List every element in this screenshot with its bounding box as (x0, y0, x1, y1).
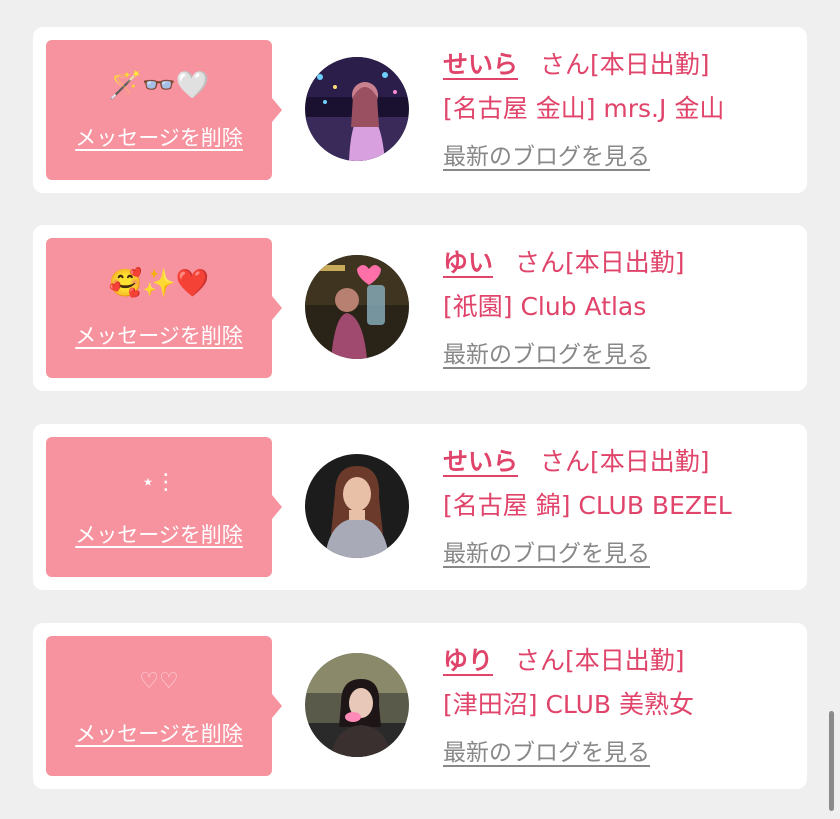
honorific: さん (515, 248, 566, 277)
store-name: [名古屋 金山] mrs.J 金山 (443, 94, 725, 123)
favorite-cast-list: 🪄👓🤍 メッセージを削除 せいら さん[本日出勤] [名古屋 金山] mrs.J… (0, 0, 840, 819)
cast-card: 🥰✨❤️ メッセージを削除 ゆい さん[本日出勤] [祇園] Club Atlas… (33, 225, 807, 391)
cast-name-link[interactable]: ゆり (443, 646, 493, 675)
honorific: さん (540, 447, 591, 476)
cast-avatar[interactable] (305, 653, 409, 757)
cast-info: ゆい さん[本日出勤] [祇園] Club Atlas 最新のブログを見る (443, 241, 803, 375)
latest-blog-link[interactable]: 最新のブログを見る (443, 733, 803, 773)
cast-avatar[interactable] (305, 57, 409, 161)
message-text: 🪄👓🤍 (108, 70, 210, 101)
cast-info: ゆり さん[本日出勤] [津田沼] CLUB 美熟女 最新のブログを見る (443, 639, 803, 773)
cast-name-link[interactable]: せいら (443, 447, 518, 476)
delete-message-link[interactable]: メッセージを削除 (46, 519, 272, 549)
cast-card: 🪄👓🤍 メッセージを削除 せいら さん[本日出勤] [名古屋 金山] mrs.J… (33, 27, 807, 193)
delete-message-link[interactable]: メッセージを削除 (46, 718, 272, 748)
latest-blog-link[interactable]: 最新のブログを見る (443, 335, 803, 375)
message-text: ⋆⋮ (141, 470, 177, 495)
delete-message-link[interactable]: メッセージを削除 (46, 122, 272, 152)
store-name: [名古屋 錦] CLUB BEZEL (443, 491, 732, 520)
cast-info: せいら さん[本日出勤] [名古屋 錦] CLUB BEZEL 最新のブログを見る (443, 440, 803, 574)
honorific: さん (540, 50, 591, 79)
cast-card: ⋆⋮ メッセージを削除 せいら さん[本日出勤] [名古屋 錦] CLUB BEZ… (33, 424, 807, 590)
latest-blog-link[interactable]: 最新のブログを見る (443, 137, 803, 177)
cast-name-link[interactable]: ゆい (443, 248, 493, 277)
message-text: ♡♡ (139, 669, 179, 694)
work-status: [本日出勤] (590, 50, 710, 79)
latest-blog-link[interactable]: 最新のブログを見る (443, 534, 803, 574)
store-name: [祇園] Club Atlas (443, 292, 647, 321)
message-bubble: 🥰✨❤️ メッセージを削除 (46, 238, 282, 378)
message-bubble: 🪄👓🤍 メッセージを削除 (46, 40, 282, 180)
message-text: 🥰✨❤️ (108, 268, 210, 299)
work-status: [本日出勤] (565, 248, 685, 277)
message-bubble: ⋆⋮ メッセージを削除 (46, 437, 282, 577)
delete-message-link[interactable]: メッセージを削除 (46, 320, 272, 350)
cast-name-link[interactable]: せいら (443, 50, 518, 79)
cast-card: ♡♡ メッセージを削除 ゆり さん[本日出勤] [津田沼] CLUB 美熟女 最新… (33, 623, 807, 789)
work-status: [本日出勤] (565, 646, 685, 675)
scrollbar[interactable] (829, 711, 834, 811)
cast-info: せいら さん[本日出勤] [名古屋 金山] mrs.J 金山 最新のブログを見る (443, 43, 803, 177)
store-name: [津田沼] CLUB 美熟女 (443, 690, 694, 719)
cast-avatar[interactable] (305, 255, 409, 359)
work-status: [本日出勤] (590, 447, 710, 476)
honorific: さん (515, 646, 566, 675)
message-bubble: ♡♡ メッセージを削除 (46, 636, 282, 776)
cast-avatar[interactable] (305, 454, 409, 558)
